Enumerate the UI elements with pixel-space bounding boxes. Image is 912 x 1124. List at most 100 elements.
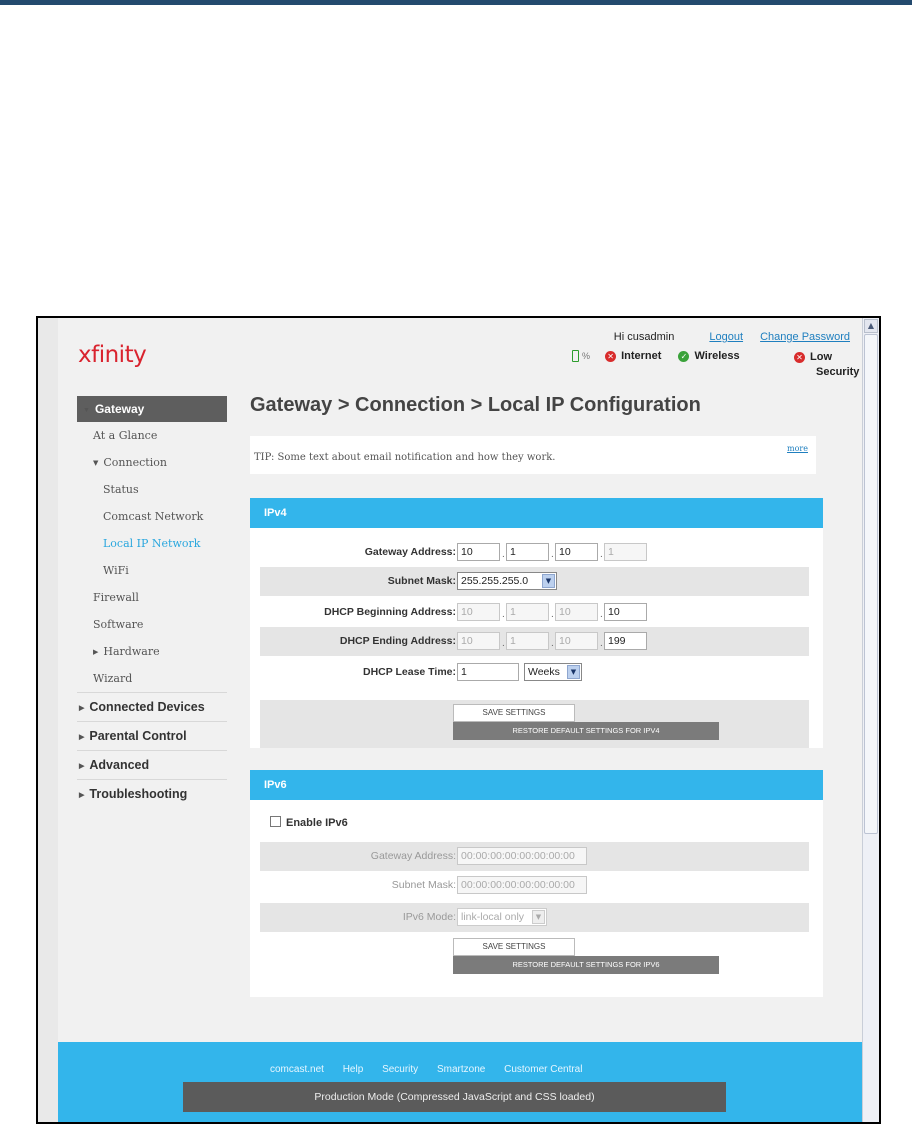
enable-ipv6-label: Enable IPv6 [286, 817, 348, 829]
footer: comcast.net Help Security Smartzone Cust… [58, 1042, 864, 1122]
dhcp-ending-label: DHCP Ending Address: [339, 635, 456, 647]
battery-percent: % [582, 351, 591, 362]
subnet-mask-label: Subnet Mask: [387, 575, 456, 587]
dhcp-lease-label: DHCP Lease Time: [363, 666, 456, 678]
change-password-link[interactable]: Change Password [760, 331, 850, 343]
ipv6-actions: SAVE SETTINGS RESTORE DEFAULT SETTINGS F… [260, 934, 809, 982]
ipv6-restore-defaults-button[interactable]: RESTORE DEFAULT SETTINGS FOR IPV6 [453, 956, 719, 974]
dhcp-end-octet-1-input[interactable]: 10 [457, 632, 500, 650]
dhcp-end-octet-2-input[interactable]: 1 [506, 632, 549, 650]
gateway-octet-3-input[interactable]: 10 [555, 543, 598, 561]
sidebar-item-connected-devices[interactable]: ▶ Connected Devices [77, 692, 227, 721]
sidebar-item-label: Gateway [94, 402, 145, 416]
sidebar-item-wifi[interactable]: WiFi [77, 557, 227, 584]
ipv6-mode-value: link-local only [461, 911, 525, 923]
footer-link-help[interactable]: Help [343, 1064, 364, 1075]
dhcp-begin-octet-1-input[interactable]: 10 [457, 603, 500, 621]
dhcp-begin-octet-3-input[interactable]: 10 [555, 603, 598, 621]
document-header-rule [0, 0, 912, 5]
ipv4-save-button[interactable]: SAVE SETTINGS [453, 704, 575, 722]
dhcp-ending-row: DHCP Ending Address: 10 . 1 . 10 . 199 [260, 627, 809, 656]
browser-screenshot: xfinity Hi cusadmin Logout Change Passwo… [36, 316, 881, 1124]
sidebar-item-troubleshooting[interactable]: ▶ Troubleshooting [77, 779, 227, 808]
sidebar-item-gateway[interactable]: ▼ Gateway [77, 396, 227, 422]
ipv6-gateway-row: Gateway Address: 00:00:00:00:00:00:00:00 [260, 842, 809, 871]
sidebar-item-wizard[interactable]: Wizard [77, 665, 227, 692]
sidebar-item-label: Advanced [89, 758, 150, 772]
sidebar-item-label: Connection [103, 456, 167, 469]
ipv6-save-button[interactable]: SAVE SETTINGS [453, 938, 575, 956]
status-bar: % ✕ Internet ✓ Wireless [572, 350, 754, 363]
security-status[interactable]: ✕ Low Security [794, 350, 859, 380]
sidebar-item-firewall[interactable]: Firewall [77, 584, 227, 611]
sidebar-item-status[interactable]: Status [77, 476, 227, 503]
sidebar-item-parental-control[interactable]: ▶ Parental Control [77, 721, 227, 750]
sidebar-item-at-a-glance[interactable]: At a Glance [77, 422, 227, 449]
lease-unit-select[interactable]: Weeks ▼ [524, 663, 582, 681]
dhcp-lease-time-input[interactable]: 1 [457, 663, 519, 681]
footer-link-comcast-net[interactable]: comcast.net [270, 1064, 324, 1075]
vertical-scrollbar[interactable]: ▲ [862, 318, 879, 1122]
dropdown-arrow-icon: ▼ [542, 574, 555, 588]
sidebar-item-hardware[interactable]: ▶ Hardware [77, 638, 227, 665]
footer-link-security[interactable]: Security [382, 1064, 418, 1075]
security-status-line1: Low [810, 351, 832, 363]
sidebar-item-software[interactable]: Software [77, 611, 227, 638]
sidebar-item-advanced[interactable]: ▶ Advanced [77, 750, 227, 779]
ipv6-panel: IPv6 Enable IPv6 Gateway Address: 00:00:… [250, 770, 823, 997]
subnet-mask-value: 255.255.255.0 [461, 575, 529, 587]
octet-separator: . [502, 549, 505, 560]
subnet-mask-row: Subnet Mask: 255.255.255.0 ▼ [260, 567, 809, 596]
gateway-octet-1-input[interactable]: 10 [457, 543, 500, 561]
dhcp-begin-octet-2-input[interactable]: 1 [506, 603, 549, 621]
logout-link[interactable]: Logout [709, 331, 743, 343]
ipv6-mode-label: IPv6 Mode: [402, 911, 456, 923]
ipv6-gateway-input[interactable]: 00:00:00:00:00:00:00:00 [457, 847, 587, 865]
xfinity-logo: xfinity [78, 342, 147, 368]
sidebar-item-connection[interactable]: ▼ Connection [77, 449, 227, 476]
ipv6-subnet-row: Subnet Mask: 00:00:00:00:00:00:00:00 [260, 871, 809, 900]
footer-link-customer-central[interactable]: Customer Central [504, 1064, 582, 1075]
octet-separator: . [551, 549, 554, 560]
tip-text: TIP: Some text about email notification … [254, 452, 556, 463]
scroll-thumb[interactable] [864, 334, 878, 834]
user-bar: Hi cusadmin Logout Change Password [614, 331, 850, 343]
gateway-octet-4-input[interactable]: 1 [604, 543, 647, 561]
octet-separator: . [502, 609, 505, 620]
ipv4-actions: SAVE SETTINGS RESTORE DEFAULT SETTINGS F… [260, 700, 809, 748]
sidebar-item-comcast-network[interactable]: Comcast Network [77, 503, 227, 530]
dhcp-end-octet-3-input[interactable]: 10 [555, 632, 598, 650]
sidebar-item-label: Parental Control [89, 729, 187, 743]
ipv6-heading: IPv6 [250, 770, 823, 800]
battery-icon [572, 350, 579, 363]
internet-error-icon: ✕ [605, 350, 617, 362]
more-link[interactable]: more [787, 444, 808, 453]
dhcp-begin-octet-4-input[interactable]: 10 [604, 603, 647, 621]
caret-right-icon: ▶ [79, 763, 85, 770]
enable-ipv6-checkbox[interactable] [270, 816, 281, 827]
enable-ipv6-row[interactable]: Enable IPv6 [270, 816, 348, 829]
gateway-octet-2-input[interactable]: 1 [506, 543, 549, 561]
caret-right-icon: ▶ [79, 734, 85, 741]
dhcp-end-octet-4-input[interactable]: 199 [604, 632, 647, 650]
ipv4-panel: IPv4 Gateway Address: 10 . 1 . 10 . 1 Su… [250, 498, 823, 748]
dropdown-arrow-icon: ▼ [567, 665, 580, 679]
ipv4-restore-defaults-button[interactable]: RESTORE DEFAULT SETTINGS FOR IPV4 [453, 722, 719, 740]
sidebar-nav: ▼ Gateway At a Glance ▼ Connection Status … [77, 396, 227, 808]
ipv6-gateway-label: Gateway Address: [370, 850, 456, 862]
gateway-address-row: Gateway Address: 10 . 1 . 10 . 1 [260, 538, 809, 567]
internet-status[interactable]: Internet [621, 350, 661, 362]
scroll-up-icon[interactable]: ▲ [864, 319, 878, 333]
footer-link-smartzone[interactable]: Smartzone [437, 1064, 485, 1075]
footer-links: comcast.net Help Security Smartzone Cust… [270, 1064, 598, 1075]
subnet-mask-select[interactable]: 255.255.255.0 ▼ [457, 572, 557, 590]
ipv6-mode-select[interactable]: link-local only ▼ [457, 908, 547, 926]
ipv6-mode-row: IPv6 Mode: link-local only ▼ [260, 903, 809, 932]
ipv6-subnet-input[interactable]: 00:00:00:00:00:00:00:00 [457, 876, 587, 894]
tip-box: TIP: Some text about email notification … [250, 436, 816, 474]
sidebar-item-label: Hardware [103, 645, 160, 658]
dropdown-arrow-icon: ▼ [532, 910, 545, 924]
sidebar-item-local-ip-network[interactable]: Local IP Network [77, 530, 227, 557]
dhcp-beginning-label: DHCP Beginning Address: [324, 606, 456, 618]
wireless-status[interactable]: Wireless [694, 350, 739, 362]
